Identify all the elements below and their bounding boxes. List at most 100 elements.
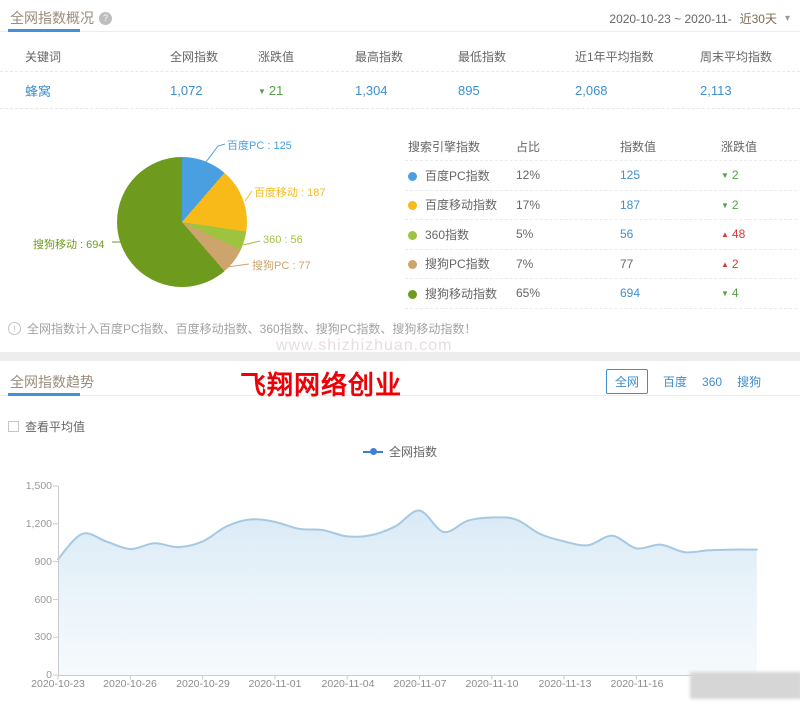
- active-tab-underline: [8, 393, 80, 396]
- engine-value: 694: [620, 286, 641, 301]
- date-range-picker[interactable]: 2020-10-23 ~ 2020-11- 近30天 ▾: [609, 10, 790, 27]
- header-keyword: 关键词: [25, 50, 62, 64]
- table-row: 搜狗移动指数 65% 694 ▼ 4: [405, 279, 797, 309]
- engine-name: 百度移动指数: [425, 198, 498, 213]
- trend-down-icon: ▼: [721, 289, 729, 299]
- highest-value: 1,304: [355, 82, 388, 98]
- pie-leader-lines: [112, 143, 261, 268]
- table-row: 百度PC指数 12% 125 ▼ 2: [405, 161, 797, 191]
- weekend-avg-value: 2,113: [700, 82, 732, 98]
- table-row: 360指数 5% 56 ▲ 48: [405, 220, 797, 250]
- active-tab-underline: [8, 29, 80, 32]
- engine-share-pie: 百度PC : 125 百度移动 : 187 360 : 56 搜狗PC : 77…: [0, 118, 400, 318]
- legend-dot-icon: [408, 171, 417, 181]
- engine-value: 77: [620, 256, 634, 271]
- trend-up-icon: ▲: [721, 259, 729, 269]
- note-icon: !: [8, 322, 21, 335]
- page-title: 全网指数概况: [10, 10, 94, 26]
- engine-name: 百度PC指数: [425, 168, 490, 183]
- engine-share: 17%: [516, 197, 541, 212]
- engine-value: 56: [620, 227, 634, 242]
- x-axis-label: 2020-10-26: [103, 678, 157, 690]
- tab-quanwang[interactable]: 全网: [606, 369, 649, 394]
- lowest-value: 895: [458, 82, 480, 98]
- trend-down-icon: ▼: [721, 171, 729, 181]
- x-axis-label: 2020-11-07: [393, 678, 447, 690]
- pie-label-baidu-mobile: 百度移动 : 187: [254, 187, 326, 199]
- header-index: 全网指数: [170, 50, 219, 64]
- trend-chart[interactable]: [0, 476, 800, 709]
- engine-table-header: 搜索引擎指数 占比 指数值 涨跌值: [405, 133, 797, 161]
- tab-360[interactable]: 360: [702, 375, 722, 389]
- x-axis-label: 2020-11-13: [538, 678, 592, 690]
- average-checkbox-label: 查看平均值: [25, 420, 86, 434]
- engine-change: ▼ 2: [721, 197, 739, 212]
- engine-share: 65%: [516, 286, 541, 301]
- legend-line-icon: [362, 448, 383, 455]
- engine-change: ▲ 2: [721, 256, 739, 271]
- page: 全网指数概况 ? 2020-10-23 ~ 2020-11- 近30天 ▾ 关键…: [0, 0, 800, 709]
- pie-label-360: 360 : 56: [263, 234, 303, 246]
- legend-dot-icon: [408, 260, 417, 270]
- red-watermark: 飞翔网络创业: [240, 370, 403, 400]
- x-axis-label: 2020-10-29: [176, 678, 230, 690]
- header-value: 指数值: [620, 140, 657, 154]
- engine-share: 7%: [516, 256, 534, 271]
- x-axis-label: 2020-11-10: [465, 678, 519, 690]
- header-change: 涨跌值: [258, 50, 295, 64]
- change-value: ▼ 21: [258, 82, 284, 98]
- blurred-watermark: [690, 672, 800, 699]
- engine-change: ▲ 48: [721, 227, 746, 242]
- trend-card: 全网指数趋势 飞翔网络创业 全网 百度 360 搜狗 查看平均值 全网指数 1,…: [0, 361, 800, 709]
- table-row: 百度移动指数 17% 187 ▼ 2: [405, 191, 797, 220]
- table-row: 搜狗PC指数 7% 77 ▲ 2: [405, 250, 797, 279]
- index-value: 1,072: [170, 82, 203, 98]
- range-label: 近30天: [739, 12, 777, 26]
- header-engine: 搜索引擎指数: [408, 140, 481, 154]
- note: ! 全网指数计入百度PC指数、百度移动指数、360指数、搜狗PC指数、搜狗移动指…: [8, 320, 476, 337]
- x-axis-label: 2020-11-16: [610, 678, 664, 690]
- trend-title: 全网指数趋势: [10, 374, 94, 390]
- trend-down-icon: ▼: [258, 86, 266, 96]
- tab-baidu[interactable]: 百度: [663, 373, 687, 390]
- pie-label-sogou-mobile: 搜狗移动 : 694: [33, 239, 105, 251]
- area-fill: [58, 510, 757, 675]
- x-axis-label: 2020-11-01: [248, 678, 302, 690]
- date-range-value: 2020-10-23 ~ 2020-11-: [609, 11, 732, 26]
- header-change: 涨跌值: [721, 140, 758, 154]
- header-lowest: 最低指数: [458, 50, 507, 64]
- chevron-down-icon: ▾: [784, 13, 790, 24]
- tab-sogou[interactable]: 搜狗: [737, 373, 761, 390]
- header-weekend-avg: 周末平均指数: [700, 50, 773, 64]
- year-avg-value: 2,068: [575, 82, 608, 98]
- overview-table-header: 关键词 全网指数 涨跌值 最高指数 最低指数 近1年平均指数 周末平均指数: [0, 42, 800, 72]
- chart-legend[interactable]: 全网指数: [0, 443, 800, 460]
- pie-label-sogou-pc: 搜狗PC : 77: [252, 260, 311, 272]
- header-highest: 最高指数: [355, 50, 404, 64]
- engine-share: 12%: [516, 168, 541, 183]
- x-axis-label: 2020-10-23: [31, 678, 85, 690]
- header-year-avg: 近1年平均指数: [575, 50, 654, 64]
- keyword-link[interactable]: 蜂窝: [25, 81, 170, 100]
- engine-name: 搜狗PC指数: [425, 257, 490, 272]
- header-share: 占比: [516, 140, 541, 154]
- trend-up-icon: ▲: [721, 230, 729, 240]
- legend-label: 全网指数: [388, 445, 437, 459]
- note-text: 全网指数计入百度PC指数、百度移动指数、360指数、搜狗PC指数、搜狗移动指数！: [27, 322, 477, 336]
- overview-table: 关键词 全网指数 涨跌值 最高指数 最低指数 近1年平均指数 周末平均指数 蜂窝…: [0, 42, 800, 109]
- engine-name: 搜狗移动指数: [425, 286, 498, 301]
- legend-dot-icon: [408, 289, 417, 299]
- x-axis-label: 2020-11-04: [321, 678, 375, 690]
- overview-card: 全网指数概况 ? 2020-10-23 ~ 2020-11- 近30天 ▾ 关键…: [0, 0, 800, 352]
- average-checkbox[interactable]: [8, 421, 19, 432]
- divider: [0, 31, 800, 32]
- engine-tabs: 全网 百度 360 搜狗: [606, 369, 761, 394]
- engine-share: 5%: [516, 227, 534, 242]
- trend-down-icon: ▼: [721, 200, 729, 210]
- engine-table: 搜索引擎指数 占比 指数值 涨跌值 百度PC指数 12% 125 ▼ 2 百度移动…: [405, 133, 797, 309]
- engine-value: 187: [620, 197, 641, 212]
- help-icon[interactable]: ?: [99, 11, 112, 25]
- table-row: 蜂窝 1,072 ▼ 21 1,304 895 2,068 2,113: [0, 72, 800, 109]
- engine-change: ▼ 2: [721, 168, 739, 183]
- pie-label-baidu-pc: 百度PC : 125: [227, 140, 292, 152]
